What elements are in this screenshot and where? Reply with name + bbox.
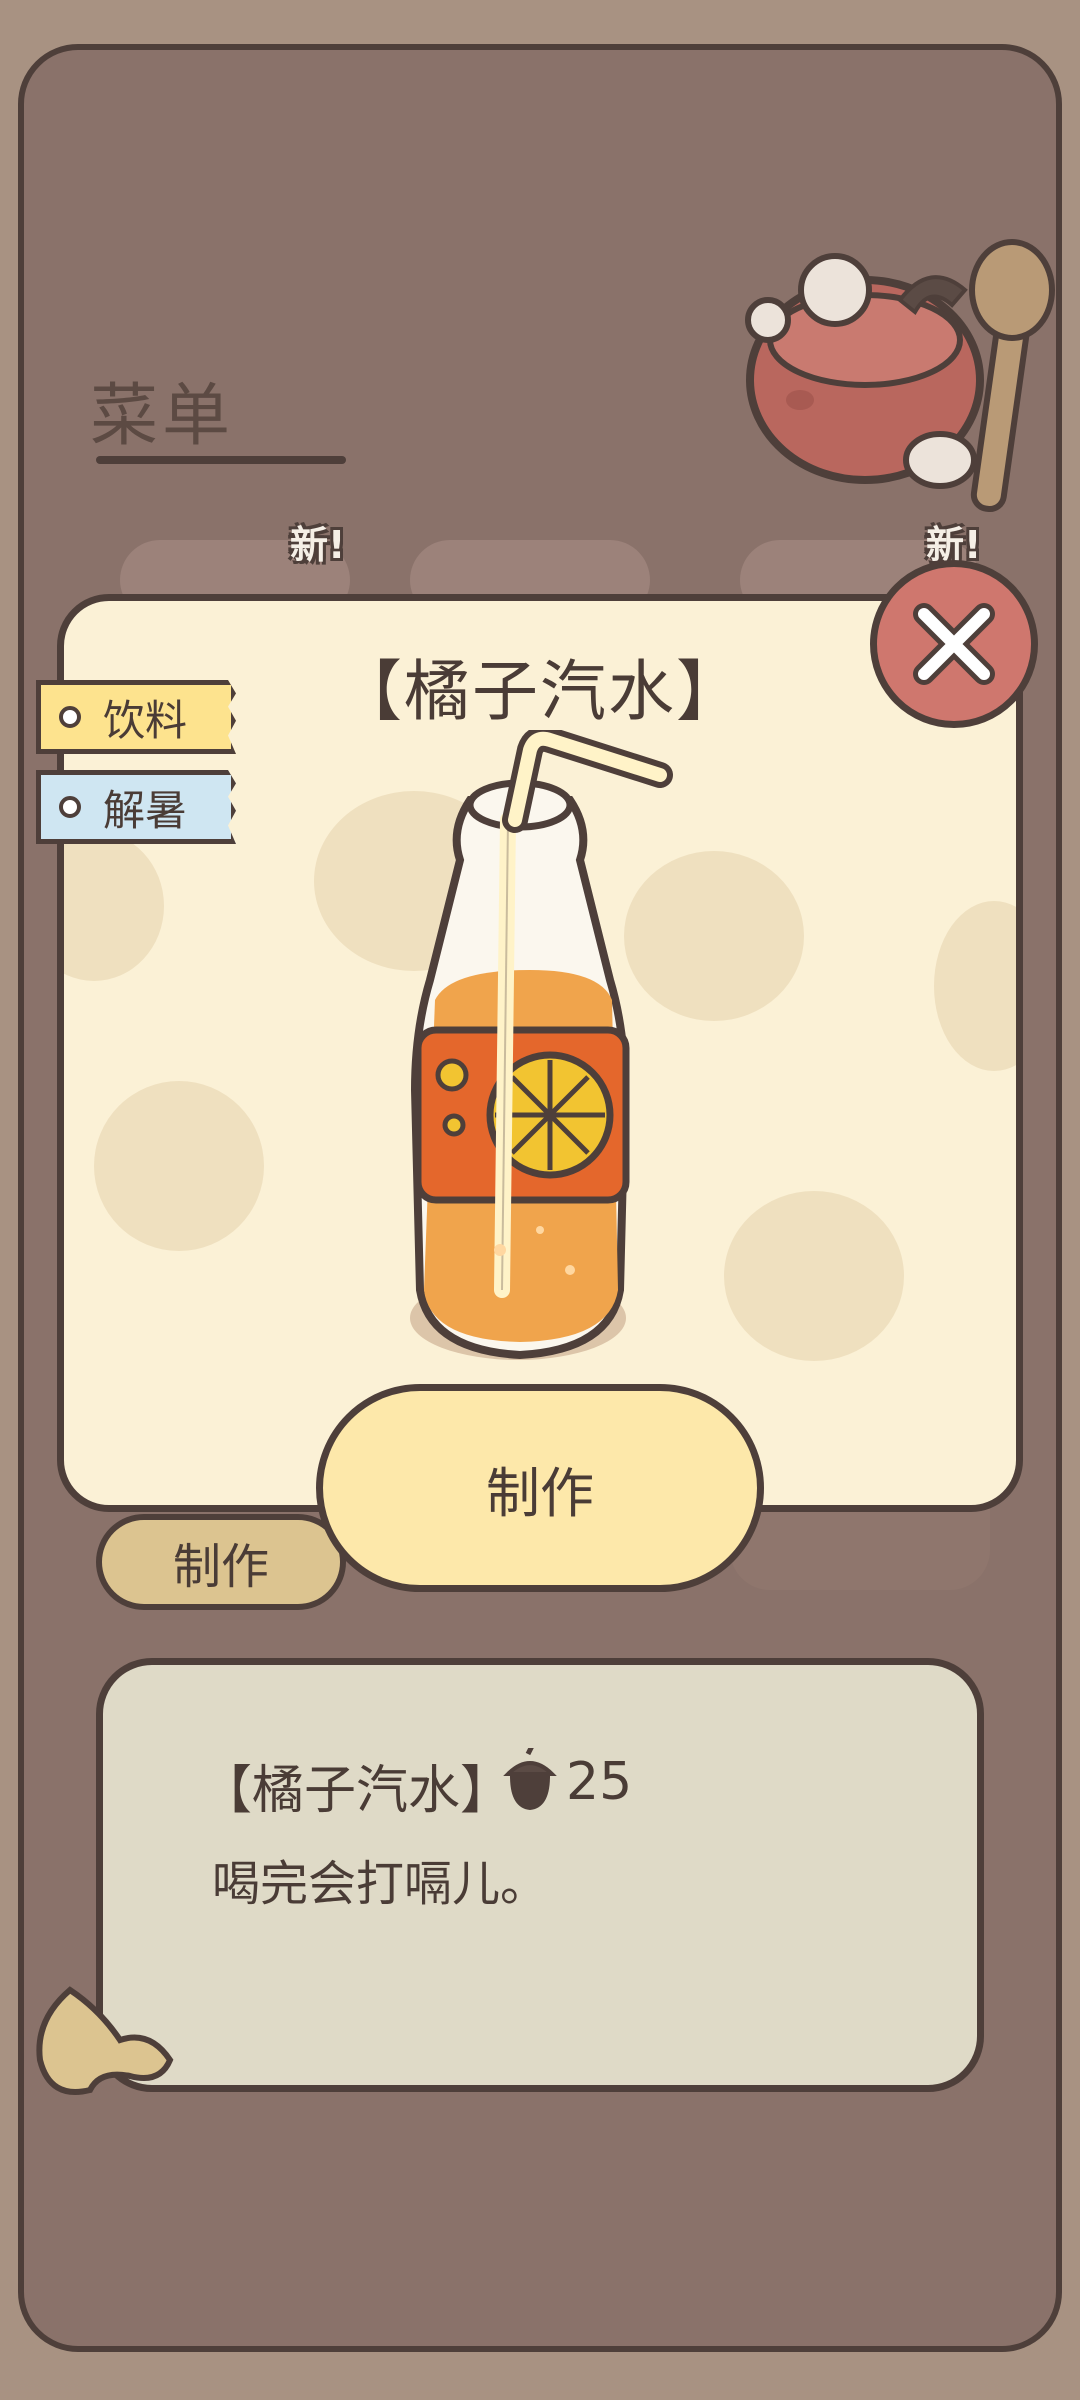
tag-label: 解暑 (103, 785, 188, 835)
page-title: 菜单 (90, 377, 235, 456)
background-blob (934, 901, 1016, 1071)
orange-soda-bottle-icon (410, 730, 673, 1360)
description-name: 【橘子汽水】 (200, 1761, 513, 1821)
tag-label: 饮料 (103, 695, 188, 745)
tag-cool-down: 解暑 (36, 770, 236, 844)
close-icon (913, 603, 995, 685)
background-blob (724, 1191, 904, 1361)
make-button[interactable]: 制作 (316, 1384, 764, 1592)
tag-dot-icon (59, 706, 81, 728)
background-blob (64, 831, 164, 981)
background-blob (94, 1081, 264, 1251)
background-make-button[interactable]: 制作 (96, 1514, 346, 1610)
tag-drink: 饮料 (36, 680, 236, 754)
leaf-curl-icon (36, 1986, 174, 2095)
title-underline (96, 456, 346, 464)
new-badge: 新! (290, 523, 346, 567)
close-button[interactable] (870, 560, 1038, 728)
tag-dot-icon (59, 796, 81, 818)
acorn-icon (503, 1748, 557, 1810)
description-text: 喝完会打嗝儿。 (212, 1856, 549, 1912)
cooking-pot-icon (745, 239, 1055, 513)
description-price: 25 (566, 1752, 633, 1812)
